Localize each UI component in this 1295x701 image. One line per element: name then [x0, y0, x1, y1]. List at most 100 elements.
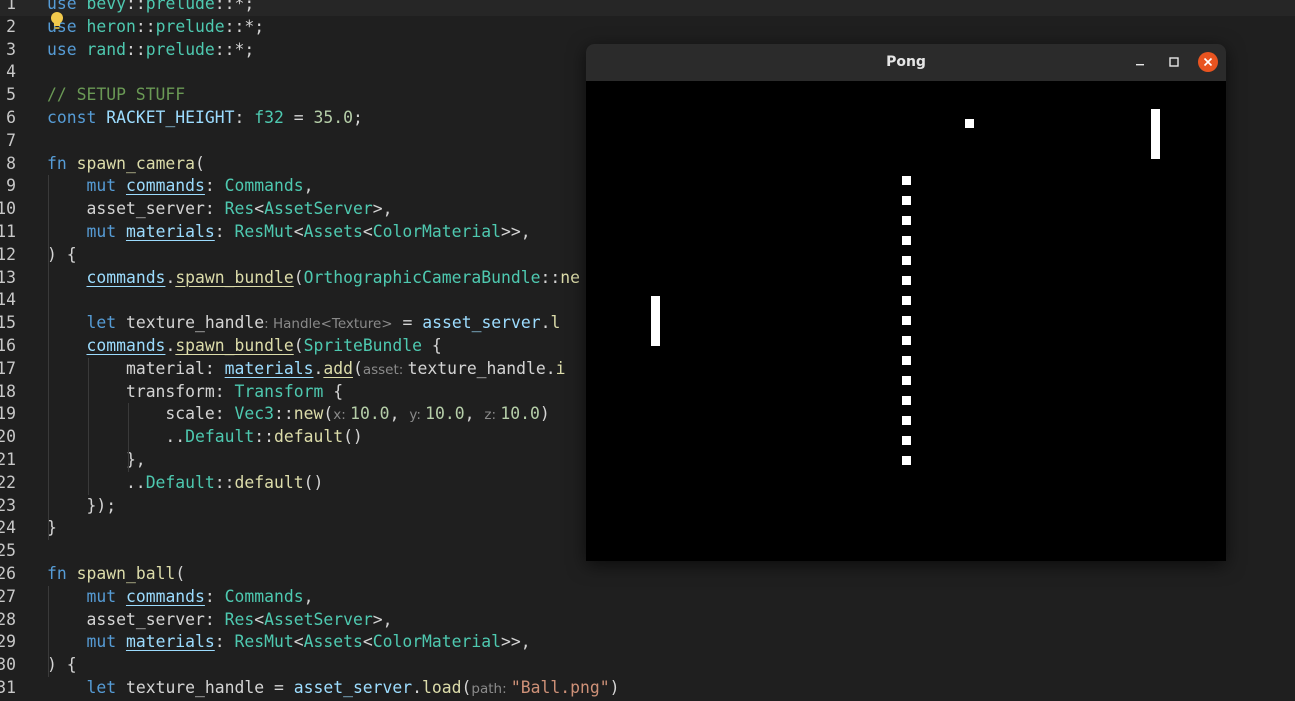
code-token: = — [283, 108, 314, 127]
net-segment — [902, 276, 911, 285]
code-token: ( — [195, 153, 205, 173]
line-number: 21 — [0, 450, 16, 469]
code-line[interactable]: 31 let texture_handle = asset_server.loa… — [0, 677, 1295, 700]
code-token: : — [234, 108, 255, 127]
code-token: const — [47, 108, 97, 127]
code-token: rand — [86, 39, 126, 59]
close-icon[interactable] — [1198, 52, 1218, 72]
inlay-hint: : Handle<Texture> — [264, 316, 393, 333]
code-token: . — [412, 678, 423, 697]
line-number: 8 — [6, 153, 16, 173]
code-token: add — [323, 358, 353, 378]
line-code: mut commands: Commands, — [47, 586, 313, 609]
code-line[interactable]: 2 use heron::prelude::*; — [0, 16, 1295, 39]
line-code: material: materials.add(asset: texture_h… — [47, 358, 566, 382]
line-number: 16 — [0, 336, 16, 355]
code-line[interactable]: 29 mut materials: ResMut<Assets<ColorMat… — [0, 631, 1295, 654]
line-code: let texture_handle: Handle<Texture> = as… — [47, 312, 560, 336]
indent-guide — [48, 175, 49, 267]
code-token: Vec3 — [234, 404, 274, 424]
line-number: 25 — [0, 541, 16, 561]
code-token: < — [362, 222, 373, 241]
inlay-hint: z: — [484, 407, 501, 424]
code-token: ::*; — [214, 0, 255, 13]
code-token: mut — [86, 176, 117, 196]
code-line[interactable]: 28 asset_server: Res<AssetServer>, — [0, 609, 1295, 632]
code-token: ) { — [47, 244, 77, 264]
line-number: 22 — [0, 472, 16, 492]
code-token: SpriteBundle — [303, 336, 423, 355]
code-token: ( — [323, 404, 334, 424]
line-number: 10 — [0, 199, 16, 219]
code-token: { — [323, 381, 344, 401]
code-token: asset_server — [86, 609, 205, 629]
code-token: }, — [47, 450, 146, 469]
net-segment — [902, 456, 911, 465]
code-token: Default — [145, 472, 215, 492]
code-token: , — [464, 404, 485, 424]
code-token: : — [204, 358, 225, 378]
code-line[interactable]: 30) { — [0, 654, 1295, 677]
line-code: ..Default::default() — [47, 426, 362, 449]
code-token: l — [550, 313, 561, 333]
code-token: .. — [47, 472, 146, 492]
line-number: 23 — [0, 495, 16, 515]
code-token: () — [303, 472, 324, 492]
code-line[interactable]: 27 mut commands: Commands, — [0, 586, 1295, 609]
code-token: : — [204, 609, 225, 629]
code-token: spawn_ball — [76, 564, 176, 583]
code-token: :: — [214, 472, 235, 492]
code-token: prelude — [145, 39, 215, 59]
code-line[interactable]: 1 use bevy::prelude::*; — [0, 0, 1295, 16]
code-token: spawn_bundle — [175, 336, 294, 355]
code-token: mut — [86, 586, 117, 606]
code-token: AssetServer — [264, 609, 373, 629]
window-titlebar[interactable]: Pong — [586, 44, 1226, 82]
net-segment — [902, 216, 911, 225]
inlay-hint: path: — [471, 681, 511, 697]
code-token: :: — [540, 267, 561, 287]
minimize-icon[interactable] — [1130, 52, 1150, 72]
code-token: < — [362, 632, 373, 652]
code-token: :: — [135, 16, 156, 36]
line-code: let texture_handle = asset_server.load(p… — [47, 677, 619, 701]
code-token: < — [293, 632, 304, 652]
net-segment — [902, 436, 911, 445]
net-segment — [902, 196, 911, 205]
inlay-hint: x: — [333, 407, 351, 424]
line-code: }); — [47, 495, 116, 518]
line-code: mut materials: ResMut<Assets<ColorMateri… — [47, 221, 530, 244]
code-token: ( — [293, 336, 304, 355]
code-token: use — [47, 39, 77, 59]
code-token: heron — [86, 16, 136, 36]
pong-window[interactable]: Pong — [586, 44, 1226, 561]
code-token: // SETUP STUFF — [47, 85, 186, 105]
line-code: scale: Vec3::new(x: 10.0, y: 10.0, z: 10… — [47, 403, 549, 427]
game-canvas[interactable] — [586, 81, 1226, 561]
line-code: // SETUP STUFF — [47, 84, 185, 107]
lightbulb-icon[interactable] — [50, 11, 64, 31]
code-token: default — [234, 472, 304, 492]
indent-guide — [48, 585, 49, 677]
code-token: texture_handle — [125, 313, 265, 333]
code-line[interactable]: 26 fn spawn_ball( — [0, 563, 1295, 586]
code-token: commands — [125, 586, 205, 606]
code-token: materials — [125, 632, 215, 652]
line-number: 12 — [0, 244, 16, 264]
code-token: prelude — [145, 0, 215, 13]
maximize-icon[interactable] — [1164, 52, 1184, 72]
code-token: commands — [125, 176, 205, 196]
net-segment — [902, 316, 911, 325]
line-code: ) { — [47, 244, 77, 267]
code-token: < — [293, 222, 304, 241]
code-token: mut — [86, 632, 117, 652]
indent-guide — [128, 403, 129, 472]
